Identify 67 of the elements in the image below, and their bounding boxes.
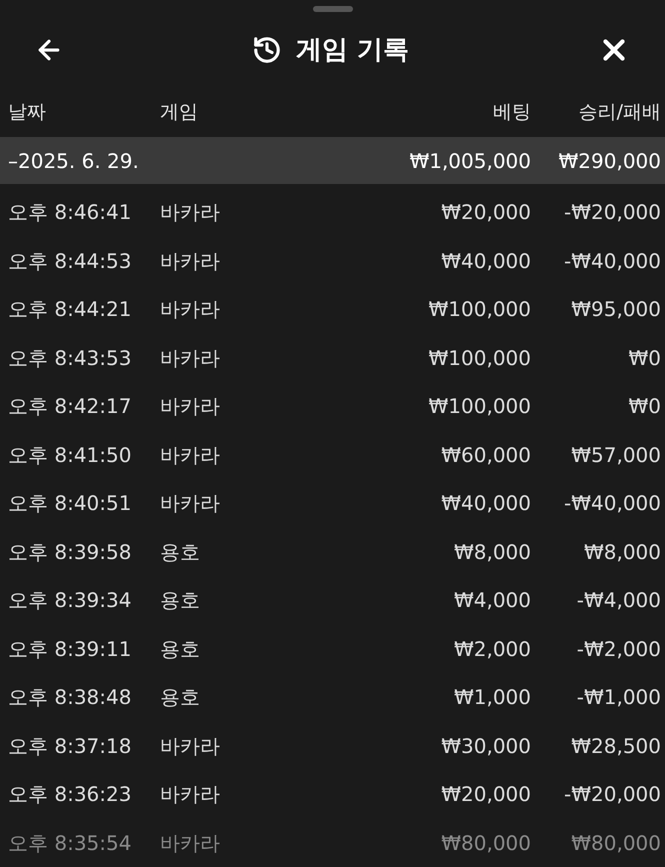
bet-cell-text: ₩40,000 bbox=[441, 490, 531, 518]
result-cell-text: ₩0 bbox=[628, 393, 661, 420]
time-cell-text: 오후 8:44:53 bbox=[8, 248, 132, 275]
bet-cell-text: ₩100,000 bbox=[428, 393, 531, 420]
game-cell-text: 용호 bbox=[160, 587, 201, 614]
time-cell-text: 오후 8:46:41 bbox=[8, 199, 132, 226]
game-cell-text: 바카라 bbox=[160, 393, 221, 420]
result-cell-text: -₩20,000 bbox=[564, 199, 661, 226]
date-group-row[interactable]: –2025. 6. 29. ₩1,005,000 ₩290,000 bbox=[0, 137, 665, 184]
result-cell-text: ₩57,000 bbox=[571, 442, 661, 469]
time-cell-text: 오후 8:38:48 bbox=[8, 684, 132, 712]
game-cell-text: 바카라 bbox=[160, 344, 221, 372]
group-date: –2025. 6. 29. bbox=[8, 148, 140, 175]
time-cell-text: 오후 8:35:54 bbox=[8, 830, 132, 857]
game-cell-text: 바카라 bbox=[160, 199, 221, 226]
window-title: 게임 기록 bbox=[296, 34, 410, 66]
time-cell-text: 오후 8:43:53 bbox=[8, 344, 132, 372]
bet-cell-text: ₩30,000 bbox=[441, 732, 531, 760]
time-cell-text: 오후 8:37:18 bbox=[8, 732, 132, 760]
game-cell-text: 바카라 bbox=[160, 296, 221, 324]
bet-cell-text: ₩60,000 bbox=[441, 442, 531, 469]
bet-cell-text: ₩1,000 bbox=[454, 684, 531, 712]
result-cell-text: -₩40,000 bbox=[564, 248, 661, 275]
bet-cell-text: ₩100,000 bbox=[428, 344, 531, 372]
time-cell-text: 오후 8:39:58 bbox=[8, 538, 132, 566]
result-cell-text: -₩20,000 bbox=[564, 781, 661, 808]
result-cell-text: ₩80,000 bbox=[571, 830, 661, 857]
time-cell-text: 오후 8:44:21 bbox=[8, 296, 132, 324]
result-cell-text: -₩1,000 bbox=[576, 684, 661, 712]
drag-handle[interactable] bbox=[312, 6, 352, 12]
time-cell-text: 오후 8:42:17 bbox=[8, 393, 132, 420]
column-header: 날짜 bbox=[8, 100, 47, 126]
time-cell-text: 오후 8:39:11 bbox=[8, 636, 132, 663]
game-cell-text: 용호 bbox=[160, 636, 201, 663]
time-cell-text: 오후 8:40:51 bbox=[8, 490, 132, 518]
game-cell-text: 용호 bbox=[160, 538, 201, 566]
result-cell-text: -₩4,000 bbox=[576, 587, 661, 614]
bet-cell-text: ₩20,000 bbox=[441, 199, 531, 226]
column-header: 베팅 bbox=[493, 100, 531, 126]
game-cell-text: 바카라 bbox=[160, 248, 221, 275]
result-cell-text: ₩95,000 bbox=[571, 296, 661, 324]
result-cell-text: ₩8,000 bbox=[584, 538, 661, 566]
result-cell-text: ₩28,500 bbox=[571, 732, 661, 760]
game-cell-text: 바카라 bbox=[160, 781, 221, 808]
history-icon bbox=[252, 35, 282, 65]
result-cell-text: -₩40,000 bbox=[564, 490, 661, 518]
bet-cell-text: ₩4,000 bbox=[454, 587, 531, 614]
result-cell-text: ₩0 bbox=[628, 344, 661, 372]
time-cell-text: 오후 8:39:34 bbox=[8, 587, 132, 614]
bet-cell-text: ₩80,000 bbox=[441, 830, 531, 857]
game-cell-text: 용호 bbox=[160, 684, 201, 712]
game-cell-text: 바카라 bbox=[160, 732, 221, 760]
game-cell-text: 바카라 bbox=[160, 830, 221, 857]
time-cell-text: 오후 8:41:50 bbox=[8, 442, 132, 469]
group-result: ₩290,000 bbox=[558, 148, 661, 175]
bet-cell-text: ₩100,000 bbox=[428, 296, 531, 324]
game-cell-text: 바카라 bbox=[160, 442, 221, 469]
result-cell-text: -₩2,000 bbox=[576, 636, 661, 663]
bet-cell-text: ₩2,000 bbox=[454, 636, 531, 663]
group-bet: ₩1,005,000 bbox=[409, 148, 531, 175]
column-header: 승리/패배 bbox=[578, 100, 661, 126]
column-header: 게임 bbox=[160, 100, 199, 126]
bet-cell-text: ₩20,000 bbox=[441, 781, 531, 808]
bet-cell-text: ₩8,000 bbox=[454, 538, 531, 566]
time-cell-text: 오후 8:36:23 bbox=[8, 781, 132, 808]
bet-cell-text: ₩40,000 bbox=[441, 248, 531, 275]
game-cell-text: 바카라 bbox=[160, 490, 221, 518]
